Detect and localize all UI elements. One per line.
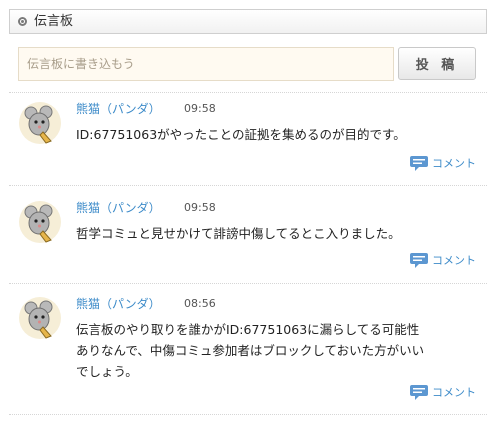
comment-link[interactable]: コメント xyxy=(409,155,476,171)
divider xyxy=(9,185,487,186)
divider xyxy=(9,92,487,93)
post-text: 哲学コミュと見せかけて誹謗中傷してるとこ入りました。 xyxy=(76,226,401,241)
speech-bubble-icon xyxy=(410,385,428,400)
mouse-avatar-icon[interactable] xyxy=(18,200,62,244)
speech-bubble-icon xyxy=(410,253,428,268)
post-time: 09:58 xyxy=(184,201,216,214)
mouse-avatar-icon[interactable] xyxy=(18,101,62,145)
post-text: ID:67751063がやったことの証拠を集めるのが目的です。 xyxy=(76,127,406,142)
comment-link[interactable]: コメント xyxy=(409,384,476,400)
post-text-line: 伝言板のやり取りを誰かがID:67751063に漏らしてる可能性 xyxy=(76,322,420,337)
comment-link[interactable]: コメント xyxy=(409,252,476,268)
post-time: 08:56 xyxy=(184,297,216,310)
mouse-avatar-icon[interactable] xyxy=(18,296,62,340)
post-text-line: でしょう。 xyxy=(76,364,138,379)
comment-label[interactable]: コメント xyxy=(432,386,476,400)
message-input[interactable] xyxy=(18,47,394,81)
divider xyxy=(9,283,487,284)
comment-label[interactable]: コメント xyxy=(432,157,476,171)
post-button[interactable]: 投 稿 xyxy=(398,47,476,80)
board-header: 伝言板 xyxy=(9,9,487,34)
radio-circle-icon xyxy=(18,17,27,26)
author-name[interactable]: 熊猫（パンダ） xyxy=(76,101,161,117)
author-name[interactable]: 熊猫（パンダ） xyxy=(76,200,161,216)
board-title: 伝言板 xyxy=(34,14,74,29)
post-time: 09:58 xyxy=(184,102,216,115)
post-text: 伝言板のやり取りを誰かがID:67751063に漏らしてる可能性 ありなんで、中… xyxy=(76,319,476,382)
author-name[interactable]: 熊猫（パンダ） xyxy=(76,296,161,312)
speech-bubble-icon xyxy=(410,156,428,171)
post-text-line: ありなんで、中傷コミュ参加者はブロックしておいた方がいい xyxy=(76,343,425,358)
comment-label[interactable]: コメント xyxy=(432,254,476,268)
divider xyxy=(9,414,487,415)
